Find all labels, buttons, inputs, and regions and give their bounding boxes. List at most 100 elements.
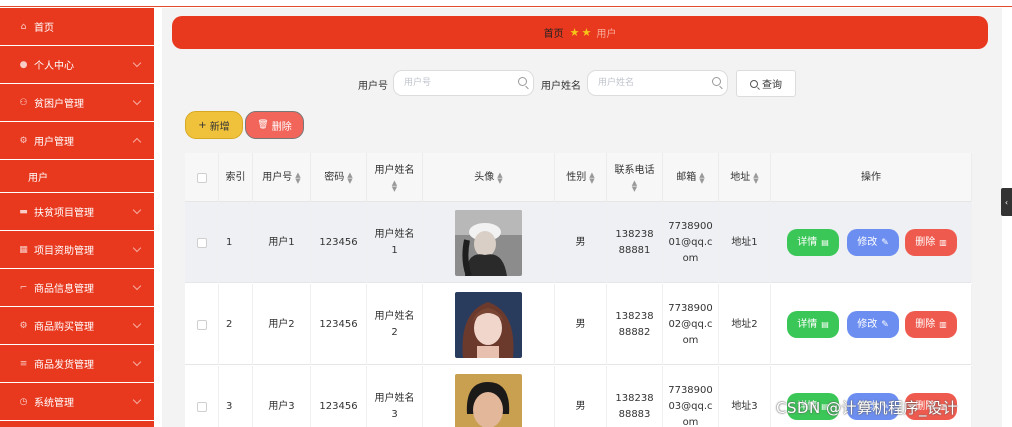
sort-icon[interactable]: ▲ ▼ [295, 171, 300, 184]
column-header-label: 联系电话 [614, 164, 655, 176]
sidebar-item-user-management[interactable]: ⚙ 用户管理 [0, 122, 154, 160]
add-button[interactable]: + 新增 [185, 111, 243, 139]
collapse-handle[interactable]: ‹ [1001, 188, 1012, 216]
watermark: CSDN @计算机程序_设计 [776, 399, 959, 417]
users-icon: ⚇ [19, 97, 28, 108]
sidebar-subitem-users[interactable]: 用户 [0, 160, 154, 193]
sidebar-item-poor-households[interactable]: ⚇ 贫困户管理 [0, 84, 154, 122]
detail-button-label: 详情 [797, 318, 818, 330]
column-header-name[interactable]: 用户姓名 ▲ ▼ [367, 153, 423, 202]
bank-icon: ▬ [19, 206, 28, 217]
detail-button-label: 详情 [797, 236, 818, 248]
sidebar-item-system[interactable]: ◷ 系统管理 [0, 383, 154, 421]
sort-icon[interactable]: ▲ ▼ [632, 179, 637, 192]
column-header-label: 性别 [566, 171, 587, 183]
sort-icon[interactable]: ▲ ▼ [392, 179, 397, 192]
sidebar-item-label: 商品信息管理 [34, 284, 94, 295]
cell-name: 用户姓名2 [367, 284, 423, 365]
cell-account: 用户1 [253, 202, 311, 283]
avatar[interactable] [455, 209, 522, 276]
cell-index: 2 [219, 284, 253, 365]
sidebar: ⌂ 首页 ● 个人中心 ⚇ 贫困户管理 ⚙ 用户管理 用户 ▬ 扶贫项目管理 ▦… [0, 8, 154, 427]
breadcrumb-home[interactable]: 首页 [544, 25, 564, 40]
cell-account: 用户3 [253, 366, 311, 427]
column-header-label: 头像 [474, 171, 495, 183]
sidebar-item-label: 贫困户管理 [34, 99, 84, 110]
avatar[interactable] [455, 291, 522, 358]
cell-address: 地址1 [719, 202, 771, 283]
chevron-down-icon [132, 281, 142, 291]
select-all-cell [185, 153, 219, 202]
batch-delete-button[interactable]: 🗑 删除 [245, 111, 304, 139]
edit-button[interactable]: 修改 ✎ [847, 229, 899, 256]
sort-icon[interactable]: ▲ ▼ [699, 171, 704, 184]
row-select-cell [185, 284, 219, 365]
delete-button[interactable]: 删除 ▥ [905, 229, 957, 256]
chevron-down-icon [132, 96, 142, 106]
row-checkbox[interactable] [196, 401, 207, 412]
trash-icon: ▥ [939, 319, 947, 329]
cell-name: 用户姓名3 [367, 366, 423, 427]
column-header-address[interactable]: 地址 ▲ ▼ [719, 153, 771, 202]
grid-icon: ▦ [19, 244, 28, 255]
cell-index: 1 [219, 202, 253, 283]
query-button[interactable]: 查询 [736, 70, 796, 97]
sidebar-item-label: 首页 [34, 23, 54, 34]
cell-account: 用户2 [253, 284, 311, 365]
table-header: 索引 用户号 ▲ ▼ 密码 ▲ ▼ 用户姓名 ▲ ▼ 头像 ▲ ▼ 性别 ▲ ▼ 联系电话 ▲ ▼ 邮箱… [185, 153, 972, 202]
cell-phone: 13823888881 [607, 202, 663, 283]
sort-icon[interactable]: ▲ ▼ [497, 171, 502, 184]
row-checkbox[interactable] [196, 319, 207, 330]
name-search-input[interactable] [587, 70, 728, 96]
list-icon: ≡ [19, 358, 28, 369]
account-search-input[interactable] [393, 70, 534, 96]
cell-email: 773890001@qq.com [663, 202, 719, 283]
sort-icon[interactable]: ▲ ▼ [753, 171, 758, 184]
sidebar-item-product-shipping[interactable]: ≡ 商品发货管理 [0, 345, 154, 383]
cell-name: 用户姓名1 [367, 202, 423, 283]
plus-icon: + [198, 119, 207, 131]
edit-button[interactable]: 修改 ✎ [847, 311, 899, 338]
column-header-email[interactable]: 邮箱 ▲ ▼ [663, 153, 719, 202]
select-all-checkbox[interactable] [196, 172, 207, 183]
cell-actions: 详情 ▤ 修改 ✎ 删除 ▥ [771, 284, 972, 365]
edit-button-label: 修改 [857, 318, 878, 330]
column-header-avatar[interactable]: 头像 ▲ ▼ [423, 153, 555, 202]
detail-button[interactable]: 详情 ▤ [787, 311, 839, 338]
sidebar-item-poverty-projects[interactable]: ▬ 扶贫项目管理 [0, 193, 154, 231]
sidebar-item-label: 商品发货管理 [34, 360, 94, 371]
chevron-up-icon [132, 137, 142, 147]
add-button-label: 新增 [209, 121, 230, 133]
name-label: 用户姓名 [541, 81, 581, 92]
column-header-actions: 操作 [771, 153, 972, 202]
row-checkbox[interactable] [196, 237, 207, 248]
chevron-down-icon [132, 243, 142, 253]
sidebar-item-label: 用户管理 [34, 137, 74, 148]
sidebar-item-product-purchase[interactable]: ⚙ 商品购买管理 [0, 307, 154, 345]
sidebar-subitem-label: 用户 [28, 172, 48, 184]
trash-icon: 🗑 [257, 120, 269, 130]
sort-icon[interactable]: ▲ ▼ [347, 171, 352, 184]
column-header-gender[interactable]: 性别 ▲ ▼ [555, 153, 607, 202]
column-header-label: 索引 [225, 171, 246, 183]
query-button-label: 查询 [762, 80, 782, 91]
crop-icon: ⌐ [19, 282, 28, 293]
sidebar-item-home[interactable]: ⌂ 首页 [0, 8, 154, 46]
column-header-account[interactable]: 用户号 ▲ ▼ [253, 153, 311, 202]
sidebar-item-project-funding[interactable]: ▦ 项目资助管理 [0, 231, 154, 269]
sidebar-item-product-info[interactable]: ⌐ 商品信息管理 [0, 269, 154, 307]
detail-button[interactable]: 详情 ▤ [787, 229, 839, 256]
sort-icon[interactable]: ▲ ▼ [589, 171, 594, 184]
gear-icon: ⚙ [19, 320, 28, 331]
cell-avatar [423, 284, 555, 365]
avatar[interactable] [455, 373, 522, 427]
search-bar: 用户号 用户姓名 查询 [162, 69, 1002, 97]
sidebar-item-label: 个人中心 [34, 61, 74, 72]
column-header-phone[interactable]: 联系电话 ▲ ▼ [607, 153, 663, 202]
sidebar-item-personal-center[interactable]: ● 个人中心 [0, 46, 154, 84]
main-content: 首页 ★ ★ 用户 用户号 用户姓名 查询 + 新增 🗑 删除 索引 用户号▲▼… [162, 8, 1002, 427]
column-header-label: 邮箱 [676, 171, 697, 183]
delete-button[interactable]: 删除 ▥ [905, 311, 957, 338]
column-header-password[interactable]: 密码 ▲ ▼ [311, 153, 367, 202]
column-header-index: 索引 [219, 153, 253, 202]
